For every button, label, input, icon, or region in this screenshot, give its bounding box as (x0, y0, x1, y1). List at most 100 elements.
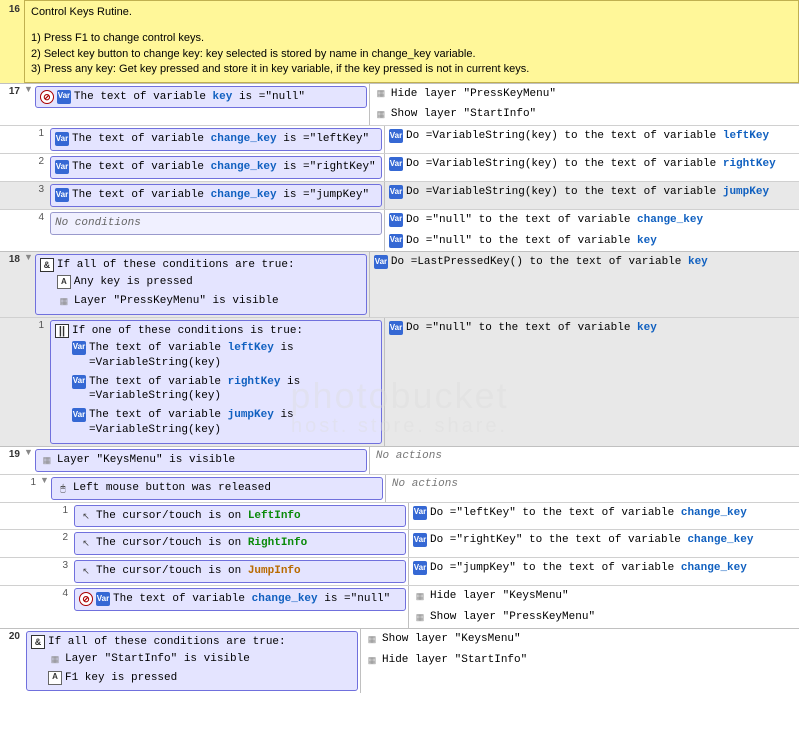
action[interactable]: VarDo =VariableString(key) to the text o… (385, 126, 799, 147)
action[interactable]: ▦Show layer "PressKeyMenu" (409, 607, 799, 628)
sub-number: 3 (24, 182, 48, 209)
layer-icon: ▦ (365, 653, 379, 667)
cursor-icon: ↖ (79, 536, 93, 550)
condition[interactable]: 🖱 Left mouse button was released (51, 477, 383, 500)
event-18-1[interactable]: 1 || If one of these conditions is true:… (0, 317, 799, 446)
event-17-1[interactable]: 1 Var The text of variable change_key is… (0, 125, 799, 153)
condition[interactable]: Var The text of variable change_key is =… (50, 156, 382, 179)
event-number: 17 (0, 84, 24, 126)
action-text: Do ="leftKey" to the text of variable ch… (430, 506, 795, 521)
action-text: Show layer "PressKeyMenu" (430, 610, 795, 625)
action-text: Do ="rightKey" to the text of variable c… (430, 533, 795, 548)
expand-icon[interactable]: ▼ (24, 84, 33, 126)
condition[interactable]: Var The text of variable change_key is =… (50, 184, 382, 207)
condition[interactable]: No conditions (50, 212, 382, 235)
action[interactable]: ▦Hide layer "KeysMenu" (409, 586, 799, 607)
action[interactable]: ▦Show layer "KeysMenu" (361, 629, 799, 650)
action[interactable]: VarDo ="rightKey" to the text of variabl… (409, 530, 799, 551)
sub-number: 4 (48, 586, 72, 628)
action-text: Hide layer "PressKeyMenu" (391, 87, 795, 102)
variable-icon: Var (72, 375, 86, 389)
comment-title: Control Keys Rutine. (31, 5, 792, 20)
layer-icon: ▦ (57, 294, 71, 308)
variable-icon: Var (389, 213, 403, 227)
condition-text: The text of variable rightKey is =Variab… (89, 375, 377, 405)
action[interactable]: VarDo ="null" to the text of variable ke… (385, 318, 799, 339)
condition-text: The cursor/touch is on JumpInfo (96, 564, 401, 579)
action-text: Do =VariableString(key) to the text of v… (406, 129, 795, 144)
event-19-1-3[interactable]: 3 ↖ The cursor/touch is on JumpInfo VarD… (0, 557, 799, 585)
condition-text: Layer "KeysMenu" is visible (57, 453, 362, 468)
event-19-1[interactable]: 1 ▼ 🖱 Left mouse button was released No … (0, 474, 799, 502)
layer-icon: ▦ (413, 589, 427, 603)
variable-icon: Var (72, 408, 86, 422)
condition-group[interactable]: & If all of these conditions are true: A… (35, 254, 367, 315)
action[interactable]: ▦Hide layer "PressKeyMenu" (370, 84, 799, 105)
condition-text: The text of variable jumpKey is =Variabl… (89, 408, 377, 438)
action-text: Show layer "StartInfo" (391, 107, 795, 122)
event-19[interactable]: 19 ▼ ▦ Layer "KeysMenu" is visible No ac… (0, 446, 799, 474)
condition-text: The text of variable key is ="null" (74, 90, 362, 105)
action[interactable]: VarDo ="null" to the text of variable ke… (385, 231, 799, 252)
variable-icon: Var (389, 129, 403, 143)
condition[interactable]: Var The text of variable change_key is =… (50, 128, 382, 151)
sub-number: 2 (24, 154, 48, 181)
comment-line: 2) Select key button to change key: key … (31, 47, 792, 62)
condition-group[interactable]: & If all of these conditions are true: ▦… (26, 631, 358, 692)
event-number: 19 (0, 447, 24, 474)
action[interactable]: VarDo =LastPressedKey() to the text of v… (370, 252, 799, 273)
action[interactable]: VarDo ="jumpKey" to the text of variable… (409, 558, 799, 579)
event-17-3[interactable]: 3 Var The text of variable change_key is… (0, 181, 799, 209)
layer-icon: ▦ (365, 632, 379, 646)
condition[interactable]: ▦ Layer "KeysMenu" is visible (35, 449, 367, 472)
condition-group[interactable]: || If one of these conditions is true: V… (50, 320, 382, 444)
action[interactable]: VarDo =VariableString(key) to the text o… (385, 154, 799, 175)
action[interactable]: VarDo ="null" to the text of variable ch… (385, 210, 799, 231)
action[interactable]: ▦Hide layer "StartInfo" (361, 650, 799, 671)
variable-icon: Var (72, 341, 86, 355)
condition[interactable]: ⊘ Var The text of variable key is ="null… (35, 86, 367, 109)
variable-icon: Var (413, 561, 427, 575)
condition[interactable]: ⊘ Var The text of variable change_key is… (74, 588, 406, 611)
event-17-2[interactable]: 2 Var The text of variable change_key is… (0, 153, 799, 181)
variable-icon: Var (374, 255, 388, 269)
event-19-1-2[interactable]: 2 ↖ The cursor/touch is on RightInfo Var… (0, 529, 799, 557)
key-icon: A (48, 671, 62, 685)
action-text: Hide layer "KeysMenu" (430, 589, 795, 604)
condition[interactable]: ↖ The cursor/touch is on JumpInfo (74, 560, 406, 583)
condition[interactable]: ↖ The cursor/touch is on LeftInfo (74, 505, 406, 528)
action[interactable]: VarDo ="leftKey" to the text of variable… (409, 503, 799, 524)
action[interactable]: ▦Show layer "StartInfo" (370, 104, 799, 125)
cursor-icon: ↖ (79, 509, 93, 523)
event-17[interactable]: 17 ▼ ⊘ Var The text of variable key is =… (0, 83, 799, 126)
comment-line: 3) Press any key: Get key pressed and st… (31, 62, 792, 77)
action-text: Do =VariableString(key) to the text of v… (406, 185, 795, 200)
condition[interactable]: ↖ The cursor/touch is on RightInfo (74, 532, 406, 555)
condition-text: The cursor/touch is on LeftInfo (96, 509, 401, 524)
variable-icon: Var (413, 506, 427, 520)
action[interactable]: VarDo =VariableString(key) to the text o… (385, 182, 799, 203)
event-number: 20 (0, 629, 24, 694)
event-19-1-4[interactable]: 4 ⊘ Var The text of variable change_key … (0, 585, 799, 628)
and-icon: & (31, 635, 45, 649)
condition-text: The text of variable change_key is ="rig… (72, 160, 377, 175)
expand-icon[interactable]: ▼ (24, 252, 33, 317)
layer-icon: ▦ (413, 610, 427, 624)
event-18[interactable]: 18 ▼ & If all of these conditions are tr… (0, 251, 799, 317)
expand-icon[interactable]: ▼ (24, 447, 33, 474)
event-16-comment[interactable]: 16 Control Keys Rutine. 1) Press F1 to c… (0, 0, 799, 83)
condition-title: If all of these conditions are true: (57, 258, 362, 273)
variable-icon: Var (389, 185, 403, 199)
invert-icon: ⊘ (79, 592, 93, 606)
event-number: 16 (0, 0, 24, 83)
event-17-4[interactable]: 4 No conditions VarDo ="null" to the tex… (0, 209, 799, 252)
event-19-1-1[interactable]: 1 ↖ The cursor/touch is on LeftInfo VarD… (0, 502, 799, 530)
variable-icon: Var (389, 157, 403, 171)
action-text: Do ="null" to the text of variable key (406, 234, 795, 249)
variable-icon: Var (55, 188, 69, 202)
expand-icon[interactable]: ▼ (40, 475, 49, 502)
variable-icon: Var (55, 132, 69, 146)
action-text: Hide layer "StartInfo" (382, 653, 795, 668)
event-20[interactable]: 20 & If all of these conditions are true… (0, 628, 799, 694)
condition-text: Layer "PressKeyMenu" is visible (74, 294, 362, 309)
